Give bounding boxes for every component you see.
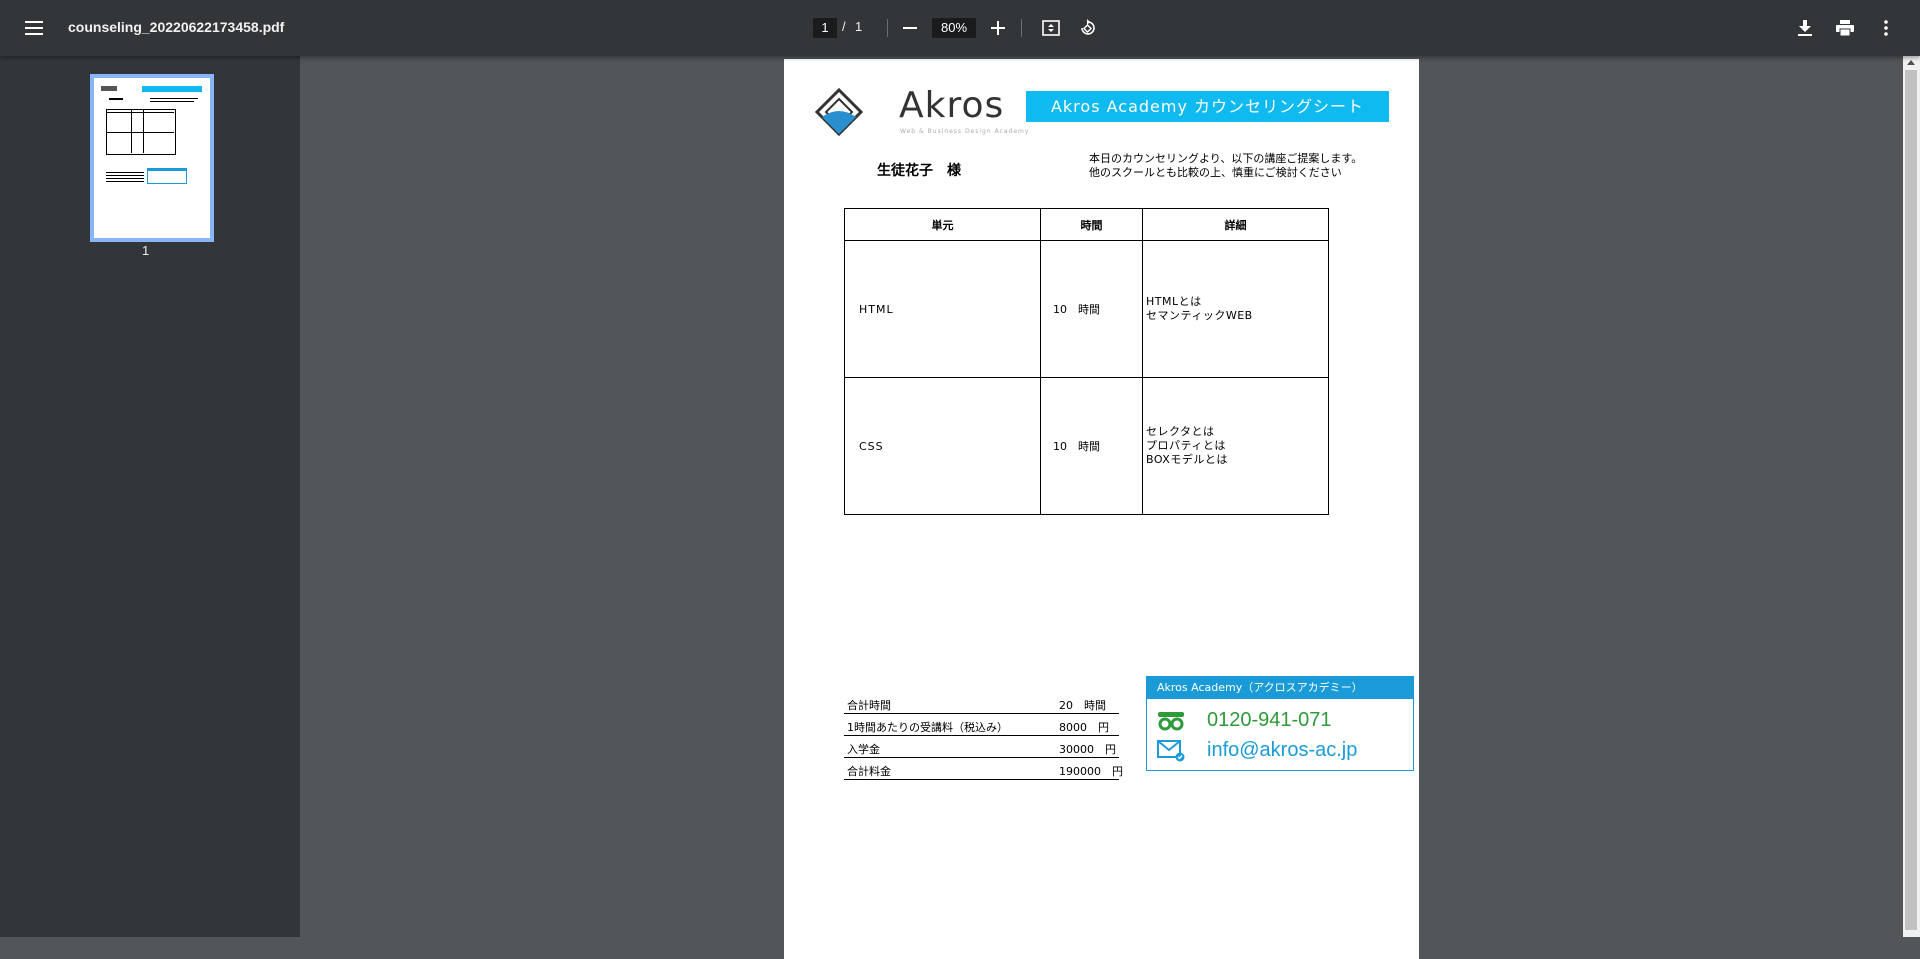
thumbnail-page-number: 1	[142, 243, 150, 258]
zoom-level-input[interactable]: 80%	[932, 18, 976, 38]
header-time: 時間	[1040, 208, 1143, 241]
file-name: counseling_20220622173458.pdf	[68, 19, 285, 35]
header-detail: 詳細	[1142, 208, 1329, 241]
detail-line: BOXモデルとは	[1146, 453, 1228, 466]
detail-line: セマンティックWEB	[1146, 309, 1253, 322]
cell-unit: CSS	[844, 377, 1041, 515]
thumbnail-logo	[101, 86, 117, 91]
thumbnail-summary-line	[106, 175, 144, 176]
menu-icon[interactable]	[20, 16, 48, 40]
thumbnail-banner	[142, 86, 202, 92]
contact-email: info@akros-ac.jp	[1207, 739, 1358, 761]
rotate-icon[interactable]	[1075, 16, 1099, 40]
table-row: CSS 10 時間 セレクタとは プロパティとは BOXモデルとは	[844, 377, 1329, 515]
cell-time: 10 時間	[1040, 377, 1143, 515]
summary-row: 合計時間 20 時間	[844, 692, 1119, 714]
thumbnail-table-line	[143, 109, 144, 153]
thumbnail-summary-line	[106, 172, 144, 173]
print-icon[interactable]	[1833, 16, 1857, 40]
summary-label: 入学金	[847, 743, 880, 756]
thumbnail-summary-line	[106, 181, 144, 182]
summary-value: 20 時間	[1059, 699, 1106, 712]
header-unit: 単元	[844, 208, 1041, 241]
contact-box: Akros Academy（アクロスアカデミー） 0120-941-071 in…	[1146, 676, 1414, 771]
thumbnail-text	[150, 101, 194, 102]
student-name: 生徒花子 様	[877, 163, 961, 179]
sheet-title: Akros Academy カウンセリングシート	[1026, 91, 1389, 122]
proposal-line: 本日のカウンセリングより、以下の講座ご提案します。	[1089, 152, 1363, 165]
thumbnail-table-line	[106, 112, 174, 113]
summary-value: 8000 円	[1059, 721, 1109, 734]
more-options-icon[interactable]	[1874, 16, 1898, 40]
cell-detail: セレクタとは プロパティとは BOXモデルとは	[1142, 377, 1329, 515]
contact-email-row: info@akros-ac.jp	[1157, 739, 1357, 762]
table-row: HTML 10 時間 HTMLとは セマンティックWEB	[844, 240, 1329, 378]
summary-value: 30000 円	[1059, 743, 1116, 756]
thumbnail-text	[150, 98, 198, 99]
page-thumbnail[interactable]	[90, 74, 214, 242]
summary-row: 1時間あたりの受講料（税込み） 8000 円	[844, 714, 1119, 736]
total-pages: 1	[855, 19, 863, 34]
thumbnail-summary-line	[106, 178, 144, 179]
summary-row: 合計料金 190000 円	[844, 758, 1123, 780]
contact-phone: 0120-941-071	[1207, 709, 1332, 731]
thumbnail-contact-head	[147, 168, 186, 171]
vertical-scrollbar[interactable]	[1903, 56, 1920, 937]
summary-label: 1時間あたりの受講料（税込み）	[847, 721, 1008, 734]
akros-logo-icon	[814, 87, 864, 137]
scroll-up-icon[interactable]	[1907, 60, 1915, 65]
cell-unit: HTML	[844, 240, 1041, 378]
summary-label: 合計料金	[847, 765, 891, 778]
thumbnail-text	[109, 98, 123, 100]
pdf-toolbar: counseling_20220622173458.pdf 1 / 1 80%	[0, 0, 1920, 56]
zoom-out-icon[interactable]	[898, 16, 922, 40]
table-header-row: 単元 時間 詳細	[844, 208, 1329, 241]
proposal-line: 他のスクールとも比較の上、慎重にご検討ください	[1089, 166, 1342, 179]
logo-text: Akros	[899, 85, 1005, 126]
cell-detail: HTMLとは セマンティックWEB	[1142, 240, 1329, 378]
course-table: 単元 時間 詳細 HTML 10 時間 HTMLとは セマンティックWEB CS…	[844, 208, 1329, 515]
summary-row: 入学金 30000 円	[844, 736, 1119, 758]
thumbnail-table-line	[106, 132, 174, 133]
thumbnail-table-line	[131, 109, 132, 153]
page-number-input[interactable]: 1	[813, 18, 837, 38]
summary-value: 190000 円	[1059, 765, 1123, 778]
zoom-in-icon[interactable]	[986, 16, 1010, 40]
scrollbar-thumb[interactable]	[1905, 70, 1917, 930]
download-icon[interactable]	[1793, 16, 1817, 40]
toolbar-divider	[887, 19, 888, 37]
fit-to-page-icon[interactable]	[1039, 16, 1063, 40]
pdf-page: Akros Web & Business Design Academy Akro…	[784, 59, 1419, 959]
logo-subtitle: Web & Business Design Academy	[900, 128, 1030, 135]
free-dial-icon	[1158, 711, 1184, 730]
contact-phone-row: 0120-941-071	[1157, 709, 1332, 732]
akros-logo: Akros Web & Business Design Academy	[814, 85, 1028, 137]
proposal-text: 本日のカウンセリングより、以下の講座ご提案します。 他のスクールとも比較の上、慎…	[1089, 152, 1362, 180]
detail-line: セレクタとは	[1146, 425, 1215, 438]
contact-title: Akros Academy（アクロスアカデミー）	[1147, 677, 1413, 699]
price-summary: 合計時間 20 時間 1時間あたりの受講料（税込み） 8000 円 入学金 30…	[844, 692, 1123, 780]
detail-line: HTMLとは	[1146, 295, 1202, 308]
mail-icon	[1157, 739, 1185, 761]
thumbnail-sidebar: 1	[0, 56, 300, 937]
detail-line: プロパティとは	[1146, 439, 1226, 452]
cell-time: 10 時間	[1040, 240, 1143, 378]
page-separator: /	[842, 19, 846, 34]
toolbar-divider	[1021, 19, 1022, 37]
summary-label: 合計時間	[847, 699, 891, 712]
